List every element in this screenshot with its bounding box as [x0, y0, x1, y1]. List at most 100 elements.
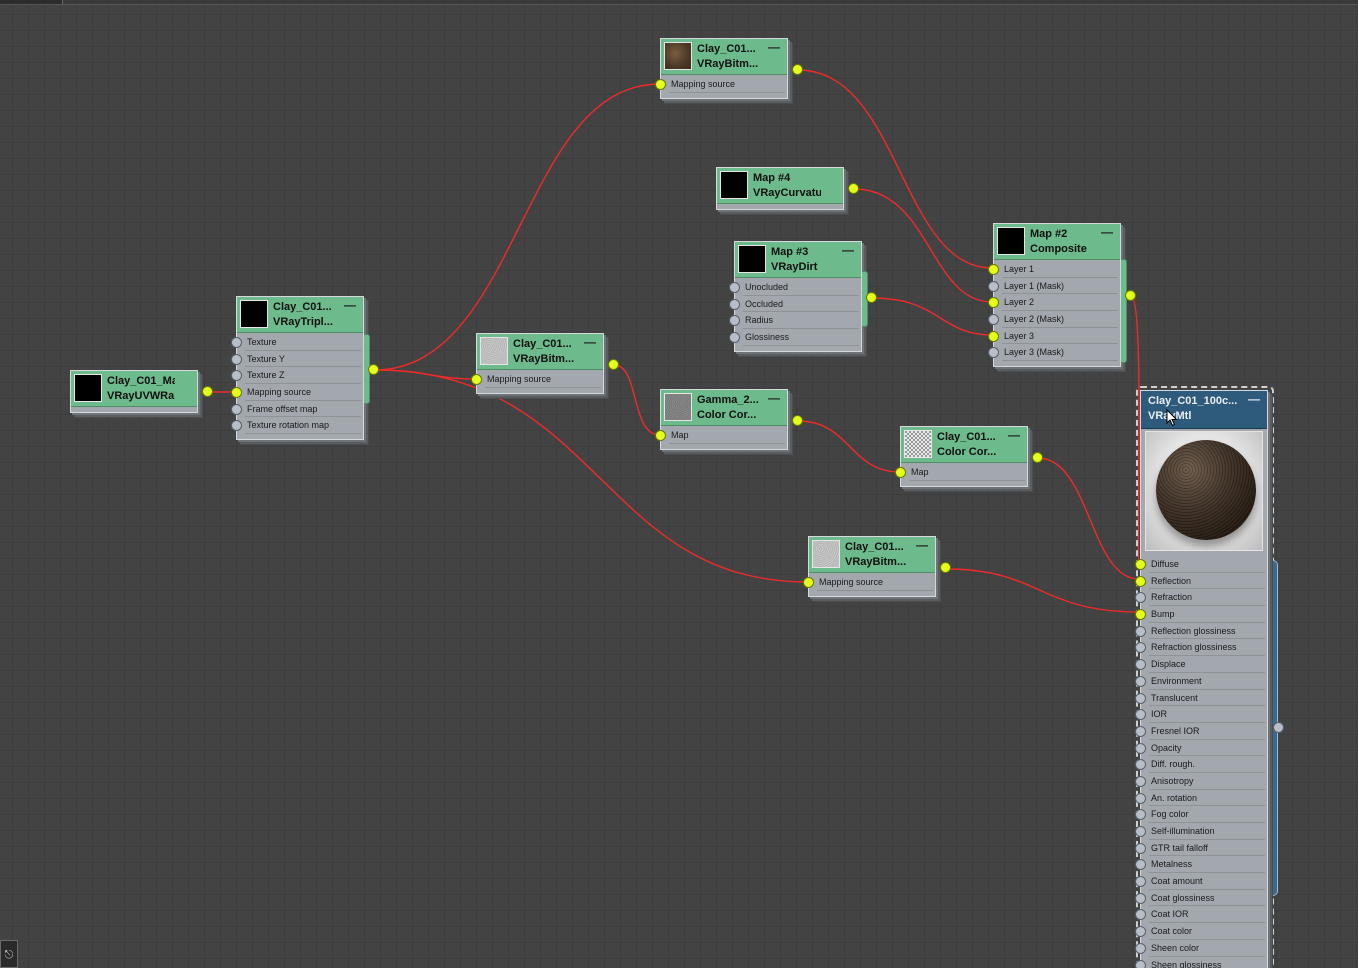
- input-socket[interactable]: [1135, 659, 1146, 671]
- input-sheen-glossiness[interactable]: Sheen glossiness: [1135, 957, 1265, 968]
- input-socket[interactable]: [1135, 642, 1146, 654]
- input-socket-connected[interactable]: [988, 297, 999, 309]
- input-socket[interactable]: [1135, 742, 1146, 754]
- input-environment[interactable]: Environment: [1135, 673, 1265, 690]
- input-an-rotation[interactable]: An. rotation: [1135, 790, 1265, 807]
- node-header[interactable]: Map #4 VRayCurvature: [717, 168, 843, 204]
- node-header[interactable]: Clay_C01... VRayBitm... —: [809, 537, 935, 573]
- input-socket[interactable]: [1135, 909, 1146, 921]
- output-socket[interactable]: [866, 292, 877, 303]
- input-socket[interactable]: [231, 353, 242, 365]
- node-vray-material[interactable]: Clay_C01_100c... VRayMtl — Diffuse Reflec…: [1135, 390, 1268, 968]
- input-texture[interactable]: Texture: [231, 334, 361, 351]
- input-anisotropy[interactable]: Anisotropy: [1135, 773, 1265, 790]
- output-socket[interactable]: [848, 183, 859, 194]
- node-header[interactable]: Clay_C01_100c... VRayMtl —: [1141, 391, 1267, 429]
- input-socket[interactable]: [1135, 892, 1146, 904]
- input-map[interactable]: Map: [895, 464, 1025, 481]
- input-fog-color[interactable]: Fog color: [1135, 806, 1265, 823]
- collapse-minus-icon[interactable]: —: [842, 244, 854, 256]
- output-socket[interactable]: [368, 364, 379, 375]
- collapse-minus-icon[interactable]: —: [768, 392, 780, 404]
- input-socket[interactable]: [1135, 775, 1146, 787]
- input-socket-connected[interactable]: [655, 430, 666, 441]
- input-socket[interactable]: [231, 337, 242, 348]
- output-socket[interactable]: [1032, 452, 1043, 463]
- input-refraction-glossiness[interactable]: Refraction glossiness: [1135, 639, 1265, 657]
- input-socket-connected[interactable]: [231, 387, 242, 399]
- input-socket[interactable]: [1135, 876, 1146, 888]
- input-socket[interactable]: [1135, 759, 1146, 771]
- binoculars-icon[interactable]: ⎋: [0, 940, 18, 968]
- input-layer-1-mask[interactable]: Layer 1 (Mask): [988, 278, 1118, 295]
- node-vray-uvw-randomizer[interactable]: Clay_C01_Ma... VRayUVWRa...: [70, 370, 213, 413]
- node-vray-bitmap-low[interactable]: Clay_C01... VRayBitm... — Mapping source: [803, 536, 951, 597]
- input-coat-glossiness[interactable]: Coat glossiness: [1135, 890, 1265, 907]
- input-socket-connected[interactable]: [803, 577, 814, 588]
- collapse-minus-icon[interactable]: —: [344, 299, 356, 311]
- input-socket[interactable]: [1135, 692, 1146, 704]
- output-socket[interactable]: [608, 359, 619, 370]
- input-socket-connected[interactable]: [1135, 559, 1146, 570]
- input-socket[interactable]: [729, 332, 740, 344]
- input-socket[interactable]: [1135, 592, 1146, 604]
- input-texture-rotation-map[interactable]: Texture rotation map: [231, 417, 361, 435]
- node-vray-bitmap-mid[interactable]: Clay_C01... VRayBitm... — Mapping source: [471, 333, 619, 394]
- input-layer-2[interactable]: Layer 2: [988, 294, 1118, 312]
- node-header[interactable]: Clay_C01... VRayTripl... —: [237, 297, 363, 333]
- input-refraction[interactable]: Refraction: [1135, 589, 1265, 607]
- node-header[interactable]: Clay_C01... VRayBitm... —: [661, 39, 787, 75]
- collapse-minus-icon[interactable]: —: [1248, 393, 1260, 405]
- collapse-minus-icon[interactable]: —: [1101, 226, 1113, 238]
- node-vray-curvature[interactable]: Map #4 VRayCurvature: [716, 167, 859, 210]
- input-socket[interactable]: [1135, 826, 1146, 837]
- input-displace[interactable]: Displace: [1135, 656, 1265, 673]
- input-socket[interactable]: [1135, 709, 1146, 721]
- input-socket[interactable]: [729, 298, 740, 310]
- node-header[interactable]: Clay_C01... VRayBitm... —: [477, 334, 603, 370]
- input-ior[interactable]: IOR: [1135, 706, 1265, 723]
- input-self-illumination[interactable]: Self-illumination: [1135, 823, 1265, 840]
- node-vray-triplanar[interactable]: Clay_C01... VRayTripl... — Texture Textu…: [231, 296, 379, 441]
- node-header[interactable]: Gamma_2... Color Cor... —: [661, 390, 787, 426]
- input-mapping-source[interactable]: Mapping source: [655, 76, 785, 93]
- input-socket-connected[interactable]: [1135, 575, 1146, 587]
- input-radius[interactable]: Radius: [729, 312, 859, 330]
- input-socket-connected[interactable]: [988, 330, 999, 342]
- input-sheen-color[interactable]: Sheen color: [1135, 940, 1265, 957]
- input-socket[interactable]: [1135, 926, 1146, 938]
- input-diffuse[interactable]: Diffuse: [1135, 556, 1265, 573]
- input-fresnel-ior[interactable]: Fresnel IOR: [1135, 723, 1265, 740]
- input-socket-connected[interactable]: [655, 79, 666, 90]
- input-unoccluded[interactable]: Unocluded: [729, 279, 859, 296]
- input-socket[interactable]: [729, 282, 740, 293]
- input-socket[interactable]: [231, 403, 242, 415]
- input-mapping-source[interactable]: Mapping source: [471, 371, 601, 388]
- input-socket-connected[interactable]: [1135, 609, 1146, 621]
- input-texture-z[interactable]: Texture Z: [231, 367, 361, 385]
- input-translucent[interactable]: Translucent: [1135, 690, 1265, 707]
- input-layer-1[interactable]: Layer 1: [988, 261, 1118, 278]
- input-glossiness[interactable]: Glossiness: [729, 329, 859, 346]
- node-header[interactable]: Map #3 VRayDirt —: [735, 242, 861, 278]
- input-socket[interactable]: [231, 420, 242, 432]
- input-socket-connected[interactable]: [988, 264, 999, 275]
- collapse-minus-icon[interactable]: —: [916, 539, 928, 551]
- input-socket[interactable]: [1135, 792, 1146, 804]
- input-socket[interactable]: [1135, 675, 1146, 687]
- input-socket-connected[interactable]: [471, 374, 482, 385]
- input-socket[interactable]: [988, 280, 999, 292]
- input-socket[interactable]: [1135, 625, 1146, 637]
- input-socket[interactable]: [988, 347, 999, 359]
- input-metalness[interactable]: Metalness: [1135, 856, 1265, 874]
- input-coat-ior[interactable]: Coat IOR: [1135, 906, 1265, 924]
- input-frame-offset-map[interactable]: Frame offset map: [231, 401, 361, 418]
- node-composite[interactable]: Map #2 Composite — Layer 1 Layer 1 (Mask…: [988, 223, 1136, 368]
- input-coat-amount[interactable]: Coat amount: [1135, 873, 1265, 890]
- input-socket[interactable]: [988, 314, 999, 326]
- input-diff-rough[interactable]: Diff. rough.: [1135, 756, 1265, 773]
- input-layer-2-mask[interactable]: Layer 2 (Mask): [988, 311, 1118, 328]
- output-socket[interactable]: [792, 64, 803, 75]
- input-coat-color[interactable]: Coat color: [1135, 923, 1265, 940]
- output-socket[interactable]: [1125, 290, 1136, 301]
